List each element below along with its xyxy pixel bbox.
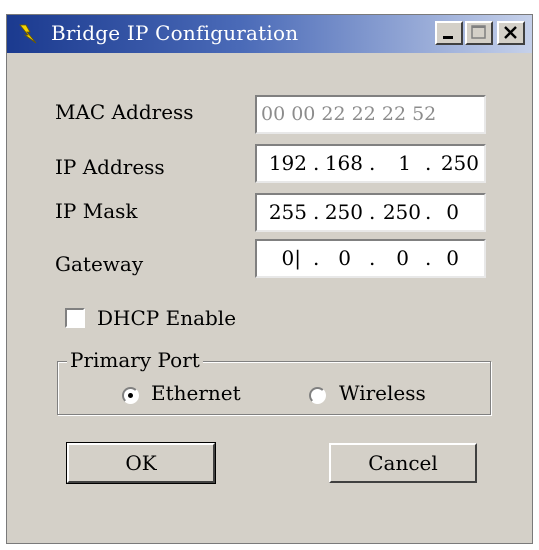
close-icon [504,26,517,39]
bridge-ip-config-dialog: Bridge IP Configuration MAC Address 00 0… [6,14,533,544]
ok-button[interactable]: OK [66,442,216,484]
gateway-octet-4[interactable]: 0 [429,241,459,276]
gateway-octet-3[interactable]: 0 [375,241,409,276]
ip-mask-field[interactable]: 255 . 250 . 250 . 0 [255,193,486,232]
maximize-button[interactable] [465,21,493,45]
gateway-label: Gateway [55,252,144,276]
lightning-bolt-icon [19,24,37,44]
dhcp-enable-label[interactable]: DHCP Enable [97,306,236,330]
minimize-icon [443,36,453,39]
mac-address-field: 00 00 22 22 22 52 [255,95,486,134]
gateway-octet-2[interactable]: 0 [317,241,351,276]
primary-port-legend: Primary Port [67,348,203,372]
ip-octet-2[interactable]: 168 [317,146,363,181]
minimize-button[interactable] [435,21,463,45]
ethernet-radio[interactable] [122,387,139,404]
ip-octet-4[interactable]: 250 [429,146,479,181]
wireless-label[interactable]: Wireless [339,381,426,405]
ip-mask-label: IP Mask [55,199,138,223]
close-button[interactable] [497,21,525,45]
gateway-field[interactable]: 0| . 0 . 0 . 0 [255,239,486,278]
ethernet-label[interactable]: Ethernet [151,381,241,405]
cancel-button[interactable]: Cancel [329,443,477,483]
mac-address-label: MAC Address [55,100,194,124]
ip-octet-3[interactable]: 1 [375,146,411,181]
title-bar[interactable]: Bridge IP Configuration [7,15,532,53]
mask-octet-3[interactable]: 250 [375,195,421,230]
gateway-octet-1[interactable]: 0| [261,241,301,276]
mask-octet-4[interactable]: 0 [429,195,459,230]
window-title: Bridge IP Configuration [51,21,299,45]
mask-octet-2[interactable]: 250 [317,195,363,230]
radio-selected-dot [128,393,133,398]
ip-address-label: IP Address [55,155,165,179]
ip-octet-1[interactable]: 192 [261,146,307,181]
maximize-icon [471,25,486,39]
dhcp-enable-checkbox[interactable] [65,308,85,328]
wireless-radio[interactable] [309,387,326,404]
ip-address-field[interactable]: 192 . 168 . 1 . 250 [255,144,486,183]
mask-octet-1[interactable]: 255 [261,195,307,230]
